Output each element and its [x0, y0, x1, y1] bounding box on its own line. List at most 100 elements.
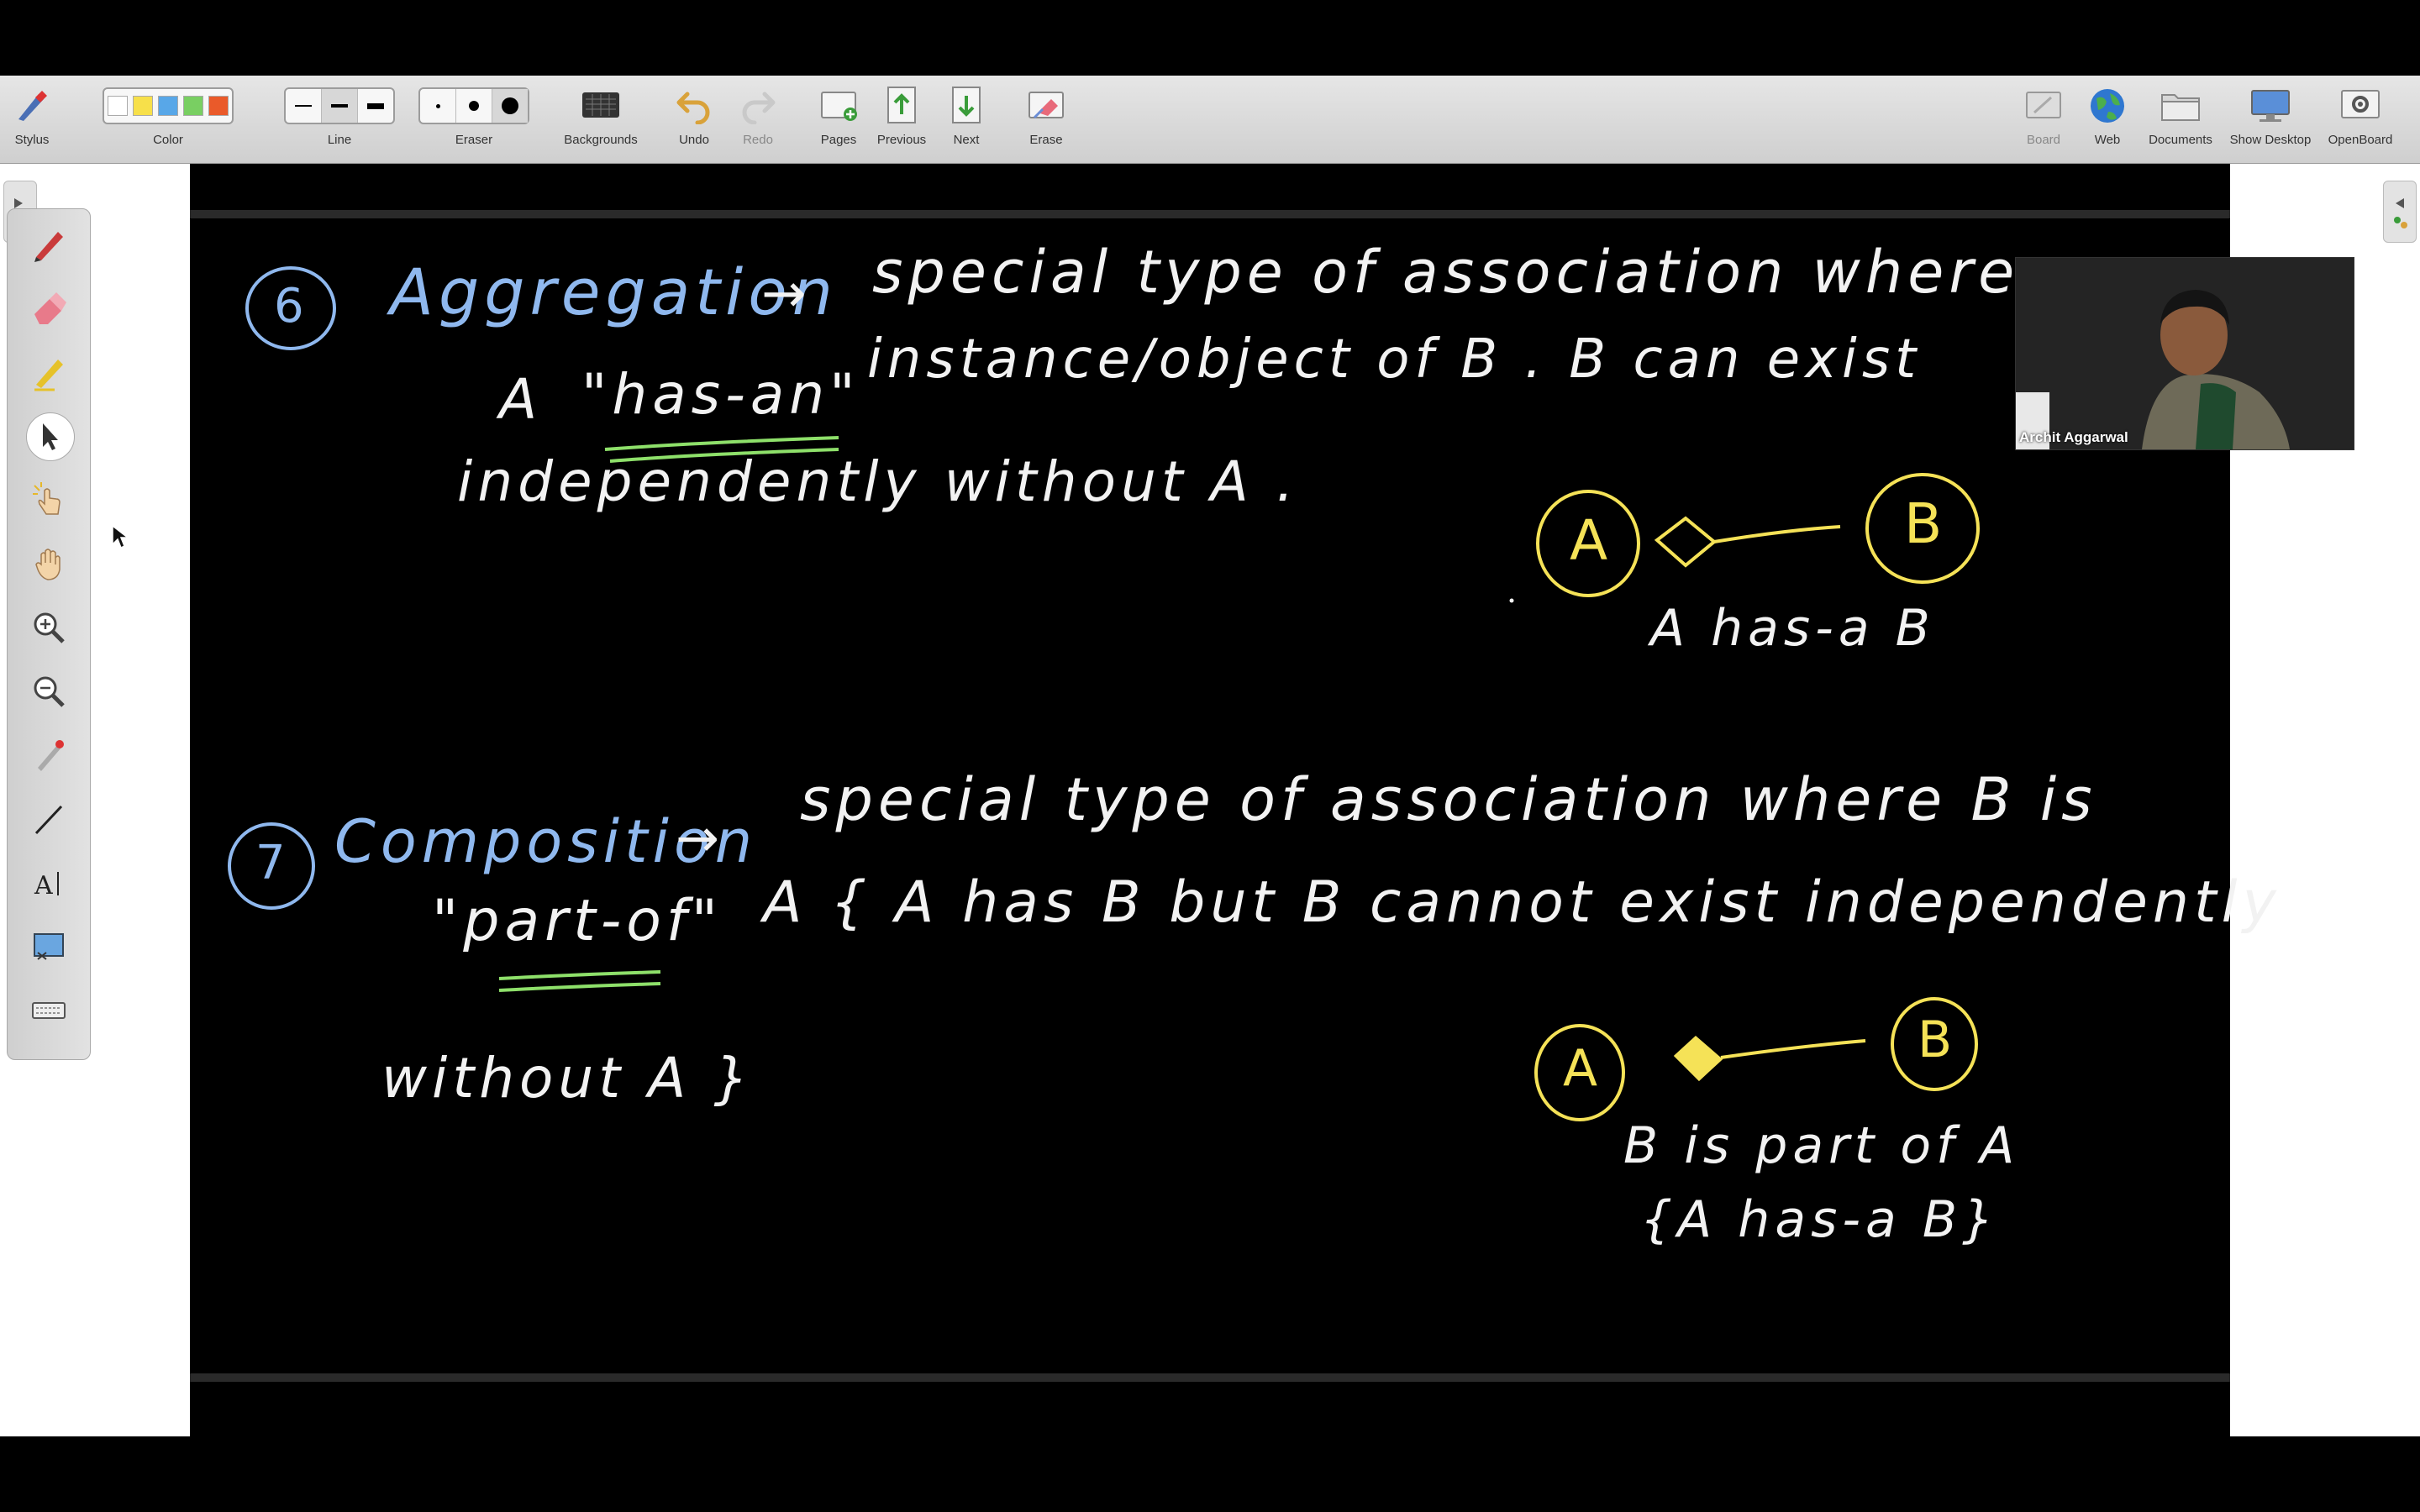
globe-icon — [2091, 89, 2124, 123]
highlighter-tool[interactable] — [8, 345, 90, 399]
openboard-label: OpenBoard — [2328, 133, 2393, 147]
laser-pointer-icon — [38, 740, 64, 771]
zoom-in-icon — [34, 612, 65, 643]
undo-button[interactable]: Undo — [669, 76, 719, 163]
web-button[interactable]: Web — [2081, 76, 2134, 163]
keyboard-icon — [32, 1002, 66, 1019]
erase-button[interactable]: Erase — [1020, 76, 1072, 163]
next-button[interactable]: Next — [941, 76, 992, 163]
eraser-small-option[interactable] — [420, 89, 456, 123]
line-tool[interactable]: Line — [282, 76, 397, 163]
aggregation-line-1: special type of association where — [872, 238, 2020, 307]
selector-tool[interactable] — [8, 409, 90, 463]
pages-button[interactable]: Pages — [812, 76, 865, 163]
color-red-swatch[interactable] — [208, 96, 229, 116]
board-button[interactable]: Board — [2017, 76, 2070, 163]
undo-label: Undo — [679, 133, 709, 147]
eraser-palette-tool[interactable] — [8, 281, 90, 335]
capture-tool[interactable] — [8, 920, 90, 974]
right-panel-toggle[interactable] — [2383, 181, 2417, 243]
board-icon — [2026, 92, 2061, 118]
board-label: Board — [2026, 133, 2061, 147]
aggregation-line-2-a: A — [499, 367, 543, 432]
color-label: Color — [153, 133, 183, 147]
eraser-icon — [34, 292, 66, 324]
color-tool[interactable]: Color — [74, 76, 262, 163]
gear-icon — [2341, 90, 2380, 118]
documents-label: Documents — [2149, 133, 2212, 147]
openboard-button[interactable]: OpenBoard — [2323, 76, 2398, 163]
composition-number: 7 — [255, 836, 291, 890]
svg-text:A: A — [34, 871, 53, 900]
line-thick-option[interactable] — [358, 89, 393, 123]
composition-line-3: without A } — [381, 1046, 755, 1110]
interact-tool[interactable] — [8, 473, 90, 527]
keyboard-tool[interactable] — [8, 984, 90, 1037]
zoom-out-tool[interactable] — [8, 664, 90, 718]
eraser-medium-option[interactable] — [456, 89, 492, 123]
web-label: Web — [2094, 133, 2121, 147]
expand-left-icon — [2394, 198, 2407, 228]
backgrounds-tool[interactable]: Backgrounds — [555, 76, 647, 163]
color-green-swatch[interactable] — [183, 96, 203, 116]
capture-icon — [34, 933, 64, 960]
color-palette[interactable] — [103, 87, 234, 124]
hand-tool[interactable] — [8, 537, 90, 591]
redo-button[interactable]: Redo — [733, 76, 783, 163]
backgrounds-label: Backgrounds — [564, 133, 638, 147]
eraser-tool[interactable]: Eraser — [417, 76, 531, 163]
zoom-in-tool[interactable] — [8, 601, 90, 654]
documents-button[interactable]: Documents — [2143, 76, 2218, 163]
composition-caption-2: {A has-a B} — [1640, 1190, 2000, 1249]
line-medium-option[interactable] — [322, 89, 358, 123]
highlighter-icon — [34, 360, 63, 391]
part-of-underline-1 — [498, 970, 661, 980]
previous-button[interactable]: Previous — [874, 76, 929, 163]
aggregation-node-b: B — [1904, 491, 1948, 556]
composition-node-a: A — [1563, 1039, 1603, 1098]
color-white-swatch[interactable] — [108, 96, 128, 116]
erase-icon — [1028, 92, 1064, 119]
redo-icon — [742, 92, 776, 124]
composition-line — [1720, 1039, 1866, 1059]
eraser-large-option[interactable] — [492, 89, 528, 123]
aggregation-line-2-b: instance/object of B . B can exist — [867, 328, 1922, 391]
has-an-underline-1 — [604, 436, 839, 451]
next-label: Next — [953, 133, 980, 147]
show-desktop-button[interactable]: Show Desktop — [2227, 76, 2314, 163]
line-draw-tool[interactable] — [8, 792, 90, 846]
previous-page-icon — [887, 87, 916, 123]
aggregation-arrow: → — [761, 263, 812, 325]
part-of-underline-2 — [498, 982, 661, 992]
hand-icon — [35, 549, 60, 580]
aggregation-has-an: "has-an" — [581, 362, 860, 427]
pages-icon — [821, 92, 857, 121]
text-tool[interactable]: A — [8, 856, 90, 910]
aggregation-line — [1713, 525, 1841, 543]
color-blue-swatch[interactable] — [158, 96, 178, 116]
ink-dot — [1509, 598, 1514, 603]
laser-pointer-tool[interactable] — [8, 728, 90, 782]
show-desktop-label: Show Desktop — [2229, 133, 2312, 147]
aggregation-number: 6 — [274, 279, 309, 333]
color-yellow-swatch[interactable] — [133, 96, 153, 116]
presenter-name: Archit Aggarwal — [2019, 429, 2128, 445]
aggregation-caption: A has-a B — [1650, 599, 1935, 658]
composition-line-2-b: A { A has B but B cannot exist independe… — [763, 869, 2281, 936]
line-icon — [34, 805, 63, 835]
aggregation-hollow-diamond — [1654, 516, 1718, 568]
eraser-label: Eraser — [455, 133, 493, 147]
composition-node-b: B — [1918, 1011, 1958, 1069]
pointing-hand-icon — [33, 482, 60, 515]
redo-label: Redo — [743, 133, 773, 147]
pen-tool[interactable] — [8, 218, 90, 271]
previous-label: Previous — [876, 133, 927, 147]
stylus-tool[interactable]: Stylus — [5, 76, 59, 163]
whiteboard-canvas[interactable]: 6 Aggregation → special type of associat… — [190, 164, 2276, 1436]
pen-icon — [34, 232, 63, 262]
erase-label: Erase — [1029, 133, 1063, 147]
stylus-icon — [18, 91, 47, 121]
page-top-border — [190, 210, 2230, 218]
line-label: Line — [327, 133, 352, 147]
line-thin-option[interactable] — [286, 89, 322, 123]
